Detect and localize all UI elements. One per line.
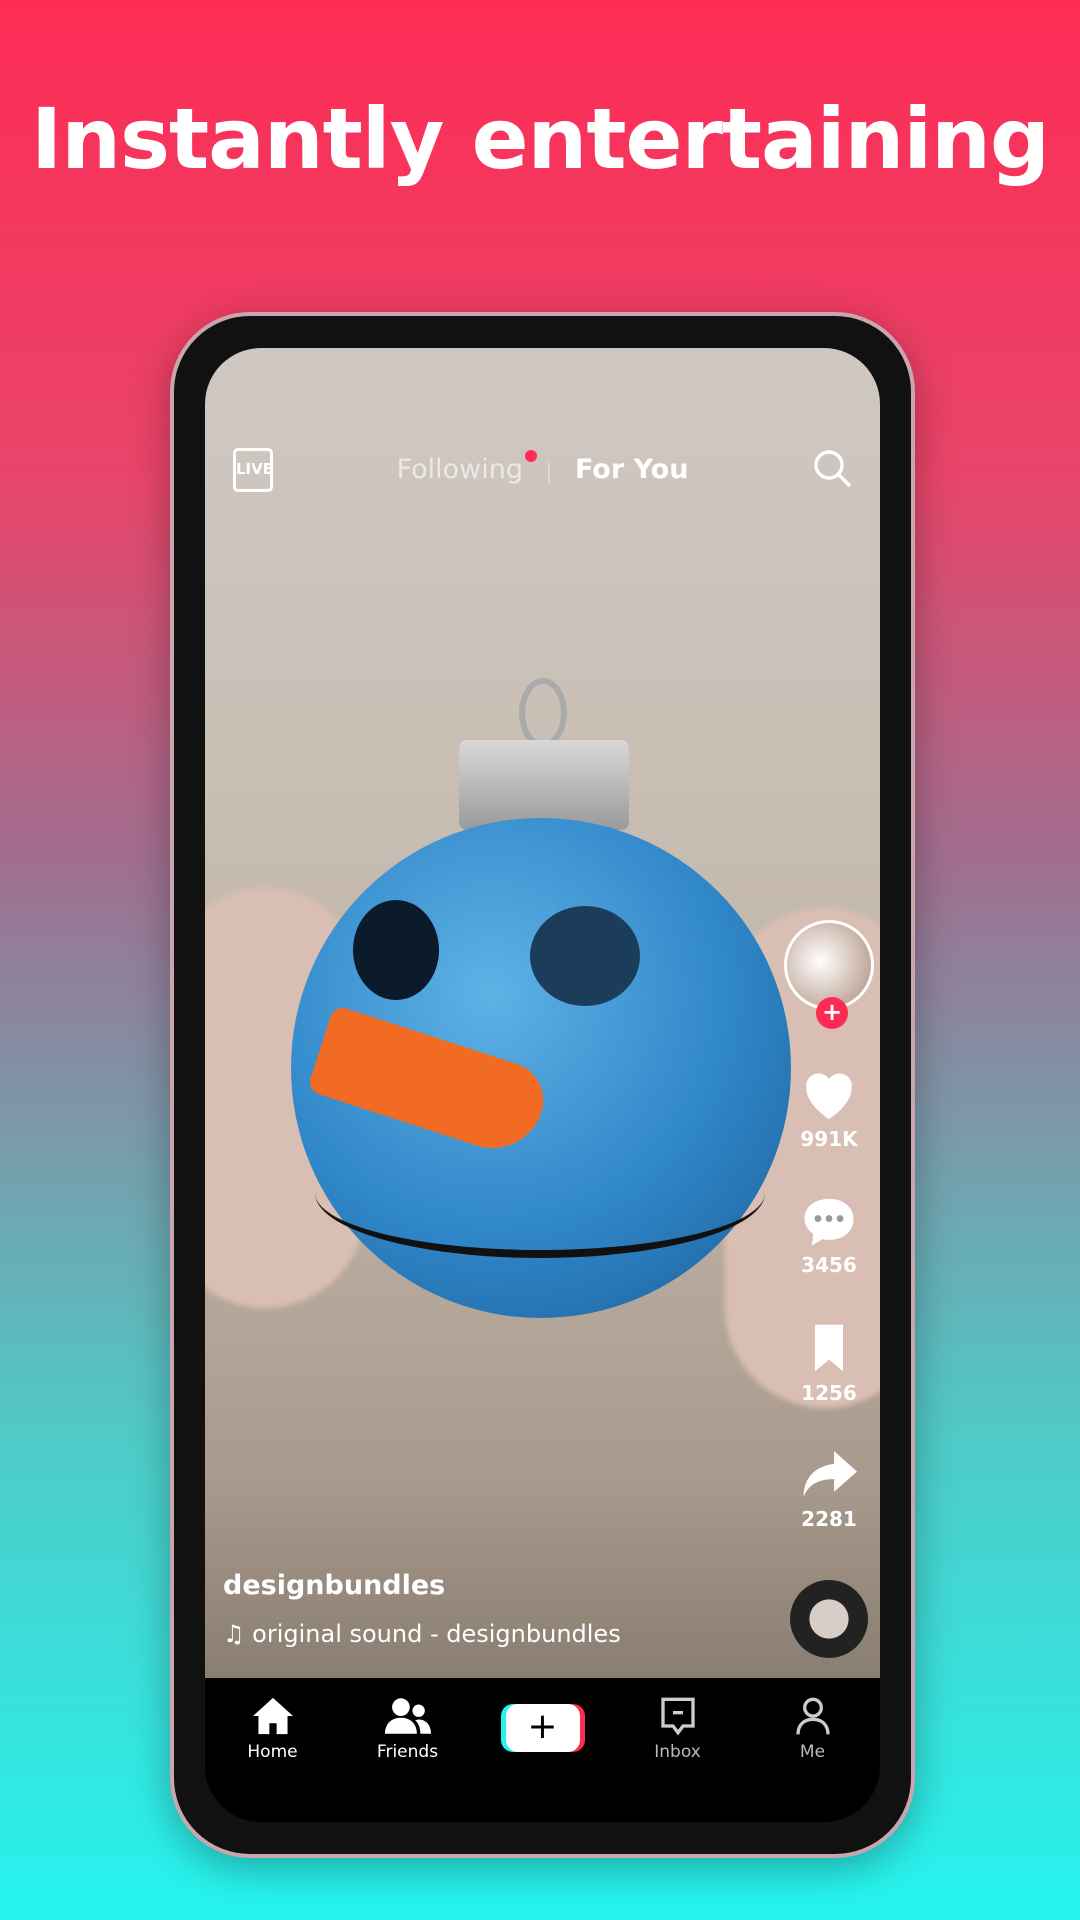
plus-icon[interactable]: + <box>816 997 848 1029</box>
comment-count: 3456 <box>801 1253 857 1277</box>
profile-icon <box>795 1697 830 1735</box>
feed-tabs: Following | For You <box>205 450 880 485</box>
like-button[interactable]: 991K <box>784 1066 874 1151</box>
like-count: 991K <box>800 1127 858 1151</box>
comment-icon <box>804 1198 854 1246</box>
bookmark-count: 1256 <box>801 1381 857 1405</box>
heart-icon <box>806 1073 852 1119</box>
nav-label: Me <box>799 1742 826 1762</box>
notification-dot <box>525 450 538 462</box>
nav-label: Inbox <box>654 1742 701 1762</box>
share-button[interactable]: 2281 <box>784 1446 874 1531</box>
music-disc[interactable] <box>790 1580 868 1658</box>
ornament-cap <box>459 740 629 830</box>
nav-me[interactable]: Me <box>758 1696 868 1822</box>
creator-avatar[interactable]: + <box>784 920 874 1029</box>
comment-button[interactable]: 3456 <box>784 1194 874 1277</box>
tab-for-you[interactable]: For You <box>575 454 688 485</box>
create-plus-icon[interactable]: + <box>505 1704 580 1752</box>
ornament-eye <box>530 906 640 1006</box>
bottom-nav: Home Friends + Inbox Me <box>205 1678 880 1822</box>
nav-label: Friends <box>376 1742 439 1762</box>
tab-divider: | <box>545 459 553 483</box>
ornament-eye <box>353 900 439 1000</box>
share-count: 2281 <box>801 1507 857 1531</box>
sound-link[interactable]: ♫ original sound - designbundles <box>223 1620 621 1648</box>
headline: Instantly entertaining <box>30 90 1050 188</box>
nav-create[interactable]: + <box>488 1696 598 1822</box>
tab-label: Following <box>396 454 524 485</box>
bookmark-button[interactable]: 1256 <box>784 1320 874 1405</box>
friends-icon <box>384 1698 431 1734</box>
music-note-icon: ♫ <box>223 1620 253 1648</box>
nav-label: Home <box>247 1742 298 1762</box>
phone-screen: LIVE Following | For You + 991K 3456 125… <box>205 348 880 1822</box>
share-icon <box>803 1451 857 1497</box>
ornament-hook <box>519 678 567 748</box>
ornament-mouth <box>315 1128 765 1258</box>
inbox-icon <box>660 1697 695 1736</box>
sound-label: original sound - designbundles <box>252 1620 621 1648</box>
tab-following[interactable]: Following <box>396 450 538 485</box>
bookmark-icon <box>815 1324 843 1372</box>
nav-friends[interactable]: Friends <box>353 1696 463 1822</box>
username[interactable]: designbundles <box>223 1570 445 1601</box>
video-player[interactable] <box>205 348 880 1678</box>
nav-home[interactable]: Home <box>218 1696 328 1822</box>
nav-inbox[interactable]: Inbox <box>623 1696 733 1822</box>
home-icon <box>252 1697 293 1735</box>
search-icon[interactable] <box>812 448 852 488</box>
